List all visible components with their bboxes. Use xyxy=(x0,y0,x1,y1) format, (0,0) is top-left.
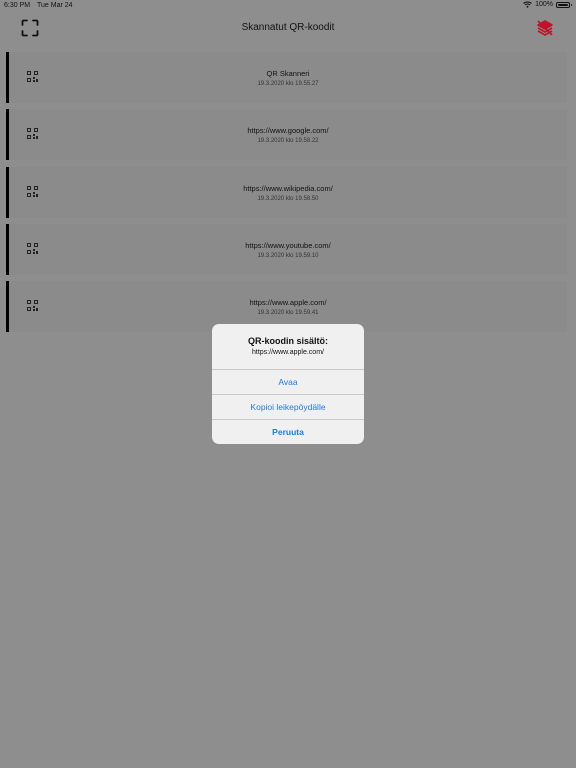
alert-message: https://www.apple.com/ xyxy=(252,349,324,356)
status-date: Tue Mar 24 xyxy=(37,2,73,9)
list-item[interactable]: QR Skanneri 19.3.2020 klo 19.55.27 xyxy=(6,52,567,103)
list-item[interactable]: https://www.wikipedia.com/ 19.3.2020 klo… xyxy=(6,166,567,218)
item-url: https://www.apple.com/ xyxy=(249,298,327,308)
list-item[interactable]: https://www.youtube.com/ 19.3.2020 klo 1… xyxy=(6,223,567,275)
battery-icon xyxy=(556,1,572,8)
item-url: https://www.wikipedia.com/ xyxy=(243,183,333,193)
copy-to-clipboard-button[interactable]: Kopioi leikepöydälle xyxy=(212,394,364,420)
alert-title: QR-koodin sisältö: xyxy=(247,336,328,346)
qr-content-alert: QR-koodin sisältö: https://www.apple.com… xyxy=(212,324,364,444)
status-right: 100% xyxy=(523,1,572,8)
item-url: https://www.youtube.com/ xyxy=(245,240,331,250)
status-time: 6:30 PM xyxy=(4,2,31,9)
clear-layers-icon[interactable] xyxy=(535,18,555,38)
battery-percent: 100% xyxy=(535,1,553,8)
wifi-icon xyxy=(523,1,532,8)
open-button[interactable]: Avaa xyxy=(212,369,364,395)
item-timestamp: 19.3.2020 klo 19.55.27 xyxy=(257,81,319,87)
item-timestamp: 19.3.2020 klo 19.58.22 xyxy=(257,138,319,145)
cancel-button[interactable]: Peruuta xyxy=(212,419,364,444)
status-bar: 6:30 PM Tue Mar 24 100% xyxy=(0,0,576,12)
item-timestamp: 19.3.2020 klo 19.59.10 xyxy=(257,252,319,259)
item-url: QR Skanneri xyxy=(266,69,310,78)
navigation-bar: Skannatut QR-koodit xyxy=(0,12,576,44)
scan-history-list: QR Skanneri 19.3.2020 klo 19.55.27 https… xyxy=(6,52,567,338)
item-timestamp: 19.3.2020 klo 19.59.41 xyxy=(257,310,319,317)
list-item[interactable]: https://www.google.com/ 19.3.2020 klo 19… xyxy=(6,109,567,161)
item-url: https://www.google.com/ xyxy=(247,126,329,136)
item-timestamp: 19.3.2020 klo 19.58.50 xyxy=(257,195,319,202)
page-title: Skannatut QR-koodit xyxy=(241,22,335,33)
